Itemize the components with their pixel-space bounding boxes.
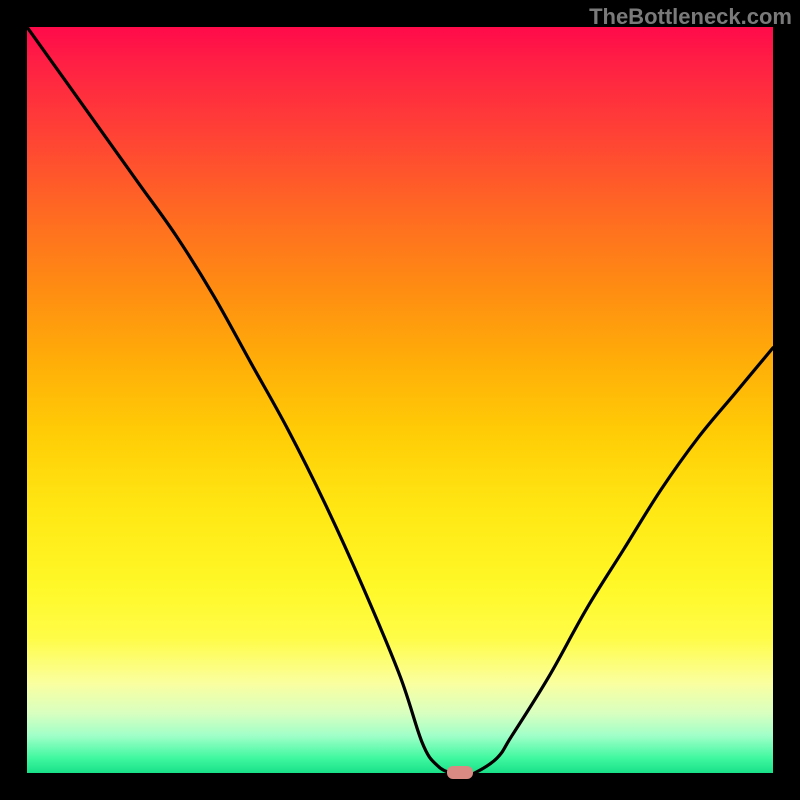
plot-area (27, 27, 773, 773)
bottleneck-curve (27, 27, 773, 773)
bottleneck-chart: TheBottleneck.com (0, 0, 800, 800)
watermark-text: TheBottleneck.com (589, 4, 792, 30)
curve-path (27, 27, 773, 773)
optimal-marker (447, 766, 473, 779)
